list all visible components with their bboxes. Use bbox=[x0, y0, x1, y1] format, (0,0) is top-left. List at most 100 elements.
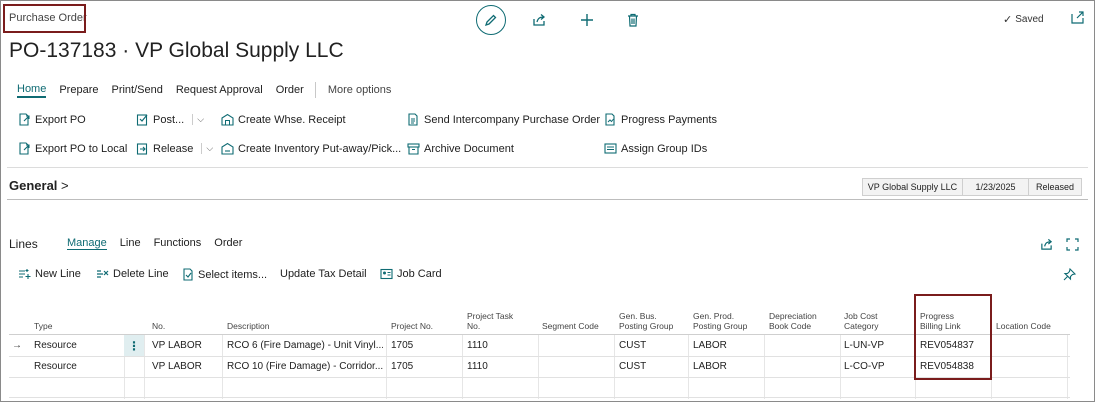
cell-project-no[interactable]: 1705 bbox=[391, 356, 413, 377]
lines-section-title: Lines bbox=[9, 237, 38, 251]
assign-group-ids-button[interactable]: Assign Group IDs bbox=[604, 142, 707, 155]
cell-gen-prod[interactable]: LABOR bbox=[693, 356, 727, 377]
cell-gen-prod[interactable]: LABOR bbox=[693, 335, 727, 356]
cell-type[interactable]: Resource bbox=[34, 356, 77, 377]
release-icon bbox=[136, 143, 148, 155]
cell-gen-bus[interactable]: CUST bbox=[619, 356, 646, 377]
archive-document-button[interactable]: Archive Document bbox=[407, 142, 514, 155]
cell-project-task-no[interactable]: 1110 bbox=[467, 335, 488, 356]
highlight-page-type bbox=[3, 4, 86, 33]
tab-order[interactable]: Order bbox=[276, 84, 304, 96]
edit-button[interactable] bbox=[476, 5, 506, 35]
new-line-icon bbox=[19, 269, 31, 279]
personalize-button[interactable] bbox=[1063, 268, 1076, 281]
chevron-down-icon[interactable]: ⌵ bbox=[192, 114, 204, 125]
row-separator bbox=[9, 397, 1070, 398]
job-card-label: Job Card bbox=[397, 268, 442, 280]
col-separator bbox=[688, 335, 689, 399]
release-label: Release bbox=[153, 142, 194, 155]
tab-home[interactable]: Home bbox=[17, 83, 47, 98]
col-segment-code[interactable]: Segment Code bbox=[542, 300, 599, 335]
col-type[interactable]: Type bbox=[34, 300, 52, 335]
col-job-cost-category[interactable]: Job Cost Category bbox=[844, 300, 904, 335]
pin-icon bbox=[1063, 268, 1076, 281]
share-button[interactable] bbox=[531, 12, 547, 28]
chevron-right-icon: > bbox=[61, 178, 69, 193]
progress-payments-button[interactable]: Progress Payments bbox=[604, 113, 717, 126]
delete-button[interactable] bbox=[625, 12, 641, 28]
col-gen-bus-posting-group[interactable]: Gen. Bus. Posting Group bbox=[619, 300, 681, 335]
cell-description[interactable]: RCO 10 (Fire Damage) - Corridor... bbox=[227, 356, 383, 377]
summary-vendor: VP Global Supply LLC bbox=[862, 178, 963, 196]
trash-icon bbox=[628, 13, 638, 27]
col-separator bbox=[222, 335, 223, 399]
export-doc-icon bbox=[19, 142, 30, 155]
row-actions-menu[interactable]: ⋮ bbox=[124, 335, 144, 356]
col-description[interactable]: Description bbox=[227, 300, 270, 335]
tab-prepare[interactable]: Prepare bbox=[59, 84, 98, 96]
check-icon: ✓ bbox=[1003, 14, 1013, 26]
create-inventory-putaway-button[interactable]: Create Inventory Put-away/Pick... bbox=[221, 142, 401, 155]
payments-icon bbox=[605, 113, 615, 126]
new-line-label: New Line bbox=[35, 268, 81, 280]
tab-request-approval[interactable]: Request Approval bbox=[176, 84, 263, 96]
cell-description[interactable]: RCO 6 (Fire Damage) - Unit Vinyl... bbox=[227, 335, 383, 356]
more-options-button[interactable]: More options bbox=[328, 84, 392, 96]
highlight-progress-billing-column bbox=[914, 294, 992, 380]
general-section-header[interactable]: General > bbox=[9, 178, 69, 193]
export-po-label: Export PO bbox=[35, 113, 86, 126]
lines-expand-button[interactable] bbox=[1066, 238, 1079, 251]
lines-tab-line[interactable]: Line bbox=[120, 237, 141, 250]
page-title: PO-137183 · VP Global Supply LLC bbox=[9, 39, 344, 62]
new-button[interactable] bbox=[579, 12, 595, 28]
delete-line-icon bbox=[97, 270, 109, 278]
update-tax-detail-button[interactable]: Update Tax Detail bbox=[280, 268, 367, 280]
export-doc-icon bbox=[19, 113, 30, 126]
lines-share-button[interactable] bbox=[1040, 238, 1053, 251]
chevron-down-icon[interactable]: ⌵ bbox=[201, 143, 213, 154]
cell-gen-bus[interactable]: CUST bbox=[619, 335, 646, 356]
pencil-icon bbox=[484, 14, 497, 27]
row-arrow-icon: → bbox=[12, 340, 22, 351]
send-intercompany-label: Send Intercompany Purchase Order bbox=[424, 113, 601, 126]
col-separator bbox=[386, 335, 387, 399]
lines-tab-order[interactable]: Order bbox=[214, 237, 242, 250]
tab-print-send[interactable]: Print/Send bbox=[111, 84, 162, 96]
open-new-window-button[interactable] bbox=[1071, 11, 1085, 29]
cell-job-cost[interactable]: L-CO-VP bbox=[844, 356, 885, 377]
summary-date: 1/23/2025 bbox=[963, 178, 1029, 196]
col-project-task-no[interactable]: Project Task No. bbox=[467, 300, 517, 335]
lines-tab-manage[interactable]: Manage bbox=[67, 237, 107, 250]
export-po-button[interactable]: Export PO bbox=[18, 113, 86, 126]
col-location-code[interactable]: Location Code bbox=[996, 300, 1051, 335]
col-project-no[interactable]: Project No. bbox=[391, 300, 433, 335]
cell-type[interactable]: Resource bbox=[34, 335, 77, 356]
col-depreciation-book-code[interactable]: Depreciation Book Code bbox=[769, 300, 835, 335]
send-doc-icon bbox=[408, 113, 418, 126]
create-whse-receipt-button[interactable]: Create Whse. Receipt bbox=[221, 113, 346, 126]
release-button[interactable]: Release ⌵ bbox=[136, 142, 213, 155]
cell-job-cost[interactable]: L-UN-VP bbox=[844, 335, 884, 356]
cell-project-no[interactable]: 1705 bbox=[391, 335, 413, 356]
expand-icon bbox=[1066, 238, 1079, 251]
saved-status: ✓ Saved bbox=[1003, 13, 1044, 26]
post-button[interactable]: Post... ⌵ bbox=[136, 113, 204, 126]
ribbon-divider bbox=[7, 167, 1088, 168]
cell-no[interactable]: VP LABOR bbox=[152, 356, 202, 377]
lines-tab-functions[interactable]: Functions bbox=[154, 237, 202, 250]
export-po-local-button[interactable]: Export PO to Local bbox=[18, 142, 127, 155]
send-intercompany-button[interactable]: Send Intercompany Purchase Order bbox=[407, 113, 600, 126]
delete-line-button[interactable]: Delete Line bbox=[96, 268, 169, 280]
export-po-local-label: Export PO to Local bbox=[35, 142, 128, 155]
job-card-button[interactable]: Job Card bbox=[380, 268, 442, 280]
select-items-button[interactable]: Select items... bbox=[183, 268, 267, 281]
cell-project-task-no[interactable]: 1110 bbox=[467, 356, 488, 377]
col-separator bbox=[538, 335, 539, 399]
col-separator bbox=[462, 335, 463, 399]
new-line-button[interactable]: New Line bbox=[18, 268, 81, 280]
col-no[interactable]: No. bbox=[152, 300, 165, 335]
progress-payments-label: Progress Payments bbox=[621, 113, 717, 126]
cell-no[interactable]: VP LABOR bbox=[152, 335, 202, 356]
col-gen-prod-posting-group[interactable]: Gen. Prod. Posting Group bbox=[693, 300, 759, 335]
share-icon bbox=[1041, 238, 1053, 250]
